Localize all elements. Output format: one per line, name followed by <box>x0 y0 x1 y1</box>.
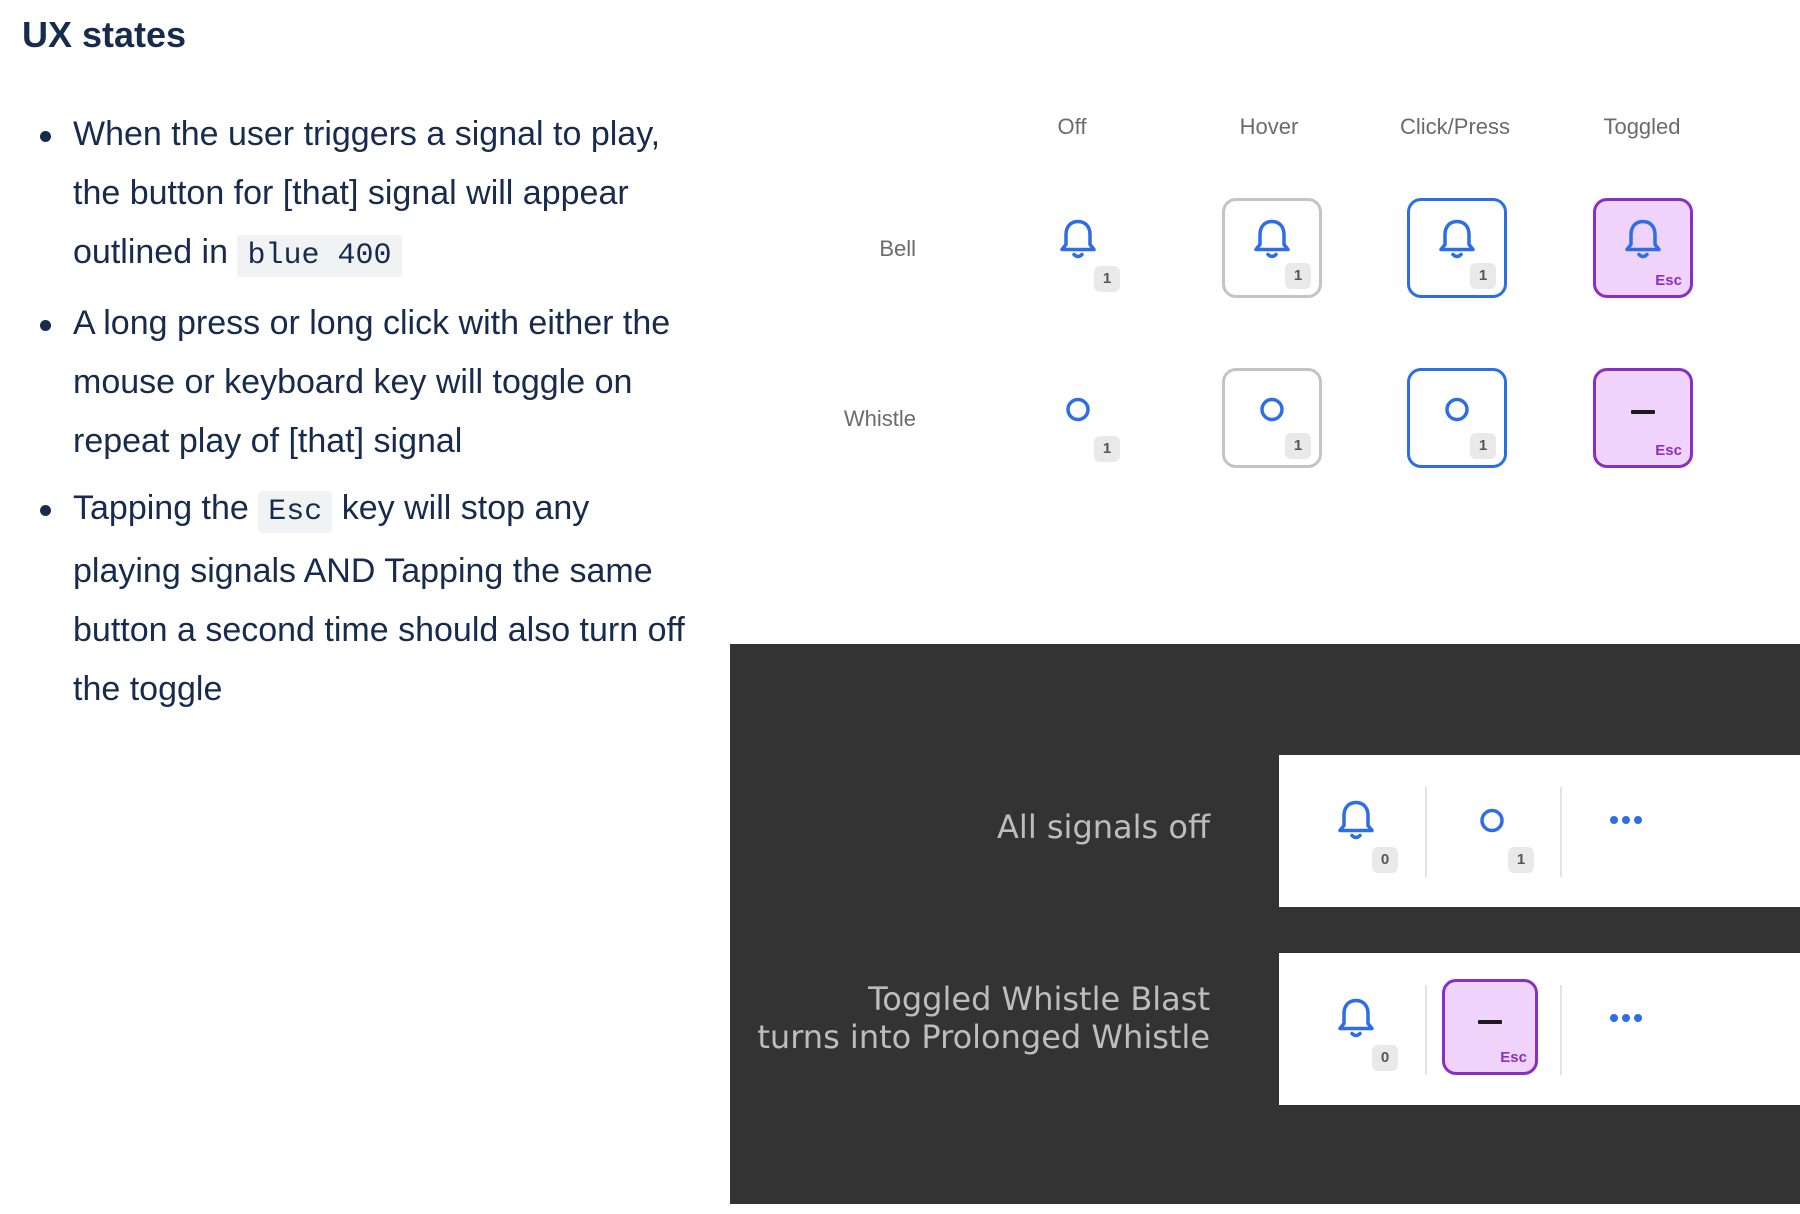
example-panel: All signals off 0 1 Toggled Whistle Blas… <box>730 644 1800 1204</box>
circle-icon <box>1443 396 1471 429</box>
count-badge: 1 <box>1094 266 1120 292</box>
count-badge: 1 <box>1470 263 1496 289</box>
whistle-button-press[interactable]: 1 <box>1407 368 1507 468</box>
bell-button[interactable]: 0 <box>1306 779 1406 879</box>
bell-icon <box>1252 218 1292 267</box>
divider <box>1560 985 1562 1075</box>
bell-button-off[interactable]: 1 <box>1028 198 1128 298</box>
count-badge: 1 <box>1285 433 1311 459</box>
whistle-button-toggled[interactable]: Esc <box>1593 368 1693 468</box>
divider <box>1425 985 1427 1075</box>
bell-icon <box>1623 218 1663 267</box>
circle-icon <box>1064 396 1092 429</box>
bell-button[interactable]: 0 <box>1306 977 1406 1077</box>
example-label: All signals off <box>997 808 1210 846</box>
esc-label: Esc <box>1655 272 1682 289</box>
count-badge: 0 <box>1372 1045 1398 1071</box>
state-grid: Off Hover Click/Press Toggled Bell Whist… <box>0 0 1800 600</box>
divider <box>1560 787 1562 877</box>
signal-toolbar: 0 1 <box>1279 755 1800 907</box>
circle-icon <box>1258 396 1286 429</box>
whistle-button-toggled[interactable]: Esc <box>1442 979 1538 1075</box>
bell-icon <box>1336 997 1376 1046</box>
bell-icon <box>1336 799 1376 848</box>
example-label: Toggled Whistle Blast turns into Prolong… <box>757 980 1210 1056</box>
column-label-off: Off <box>1057 114 1087 139</box>
divider <box>1425 787 1427 877</box>
more-icon[interactable] <box>1609 813 1643 831</box>
signal-toolbar: 0 Esc <box>1279 953 1800 1105</box>
count-badge: 1 <box>1508 847 1534 873</box>
row-label-bell: Bell <box>879 236 916 261</box>
count-badge: 1 <box>1285 263 1311 289</box>
dash-icon <box>1630 403 1656 421</box>
whistle-button-hover[interactable]: 1 <box>1222 368 1322 468</box>
row-label-whistle: Whistle <box>843 406 916 431</box>
count-badge: 1 <box>1470 433 1496 459</box>
whistle-button-off[interactable]: 1 <box>1028 368 1128 468</box>
bell-button-toggled[interactable]: Esc <box>1593 198 1693 298</box>
column-label-toggled: Toggled <box>1603 114 1681 139</box>
bell-icon <box>1437 218 1477 267</box>
bell-button-press[interactable]: 1 <box>1407 198 1507 298</box>
esc-label: Esc <box>1500 1049 1527 1066</box>
whistle-button[interactable]: 1 <box>1442 779 1542 879</box>
bell-icon <box>1058 218 1098 267</box>
column-label-press: Click/Press <box>1399 114 1511 139</box>
bell-button-hover[interactable]: 1 <box>1222 198 1322 298</box>
esc-label: Esc <box>1655 442 1682 459</box>
column-label-hover: Hover <box>1239 114 1299 139</box>
more-icon[interactable] <box>1609 1011 1643 1029</box>
count-badge: 1 <box>1094 436 1120 462</box>
count-badge: 0 <box>1372 847 1398 873</box>
dash-icon <box>1477 1013 1503 1031</box>
circle-icon <box>1478 807 1506 840</box>
